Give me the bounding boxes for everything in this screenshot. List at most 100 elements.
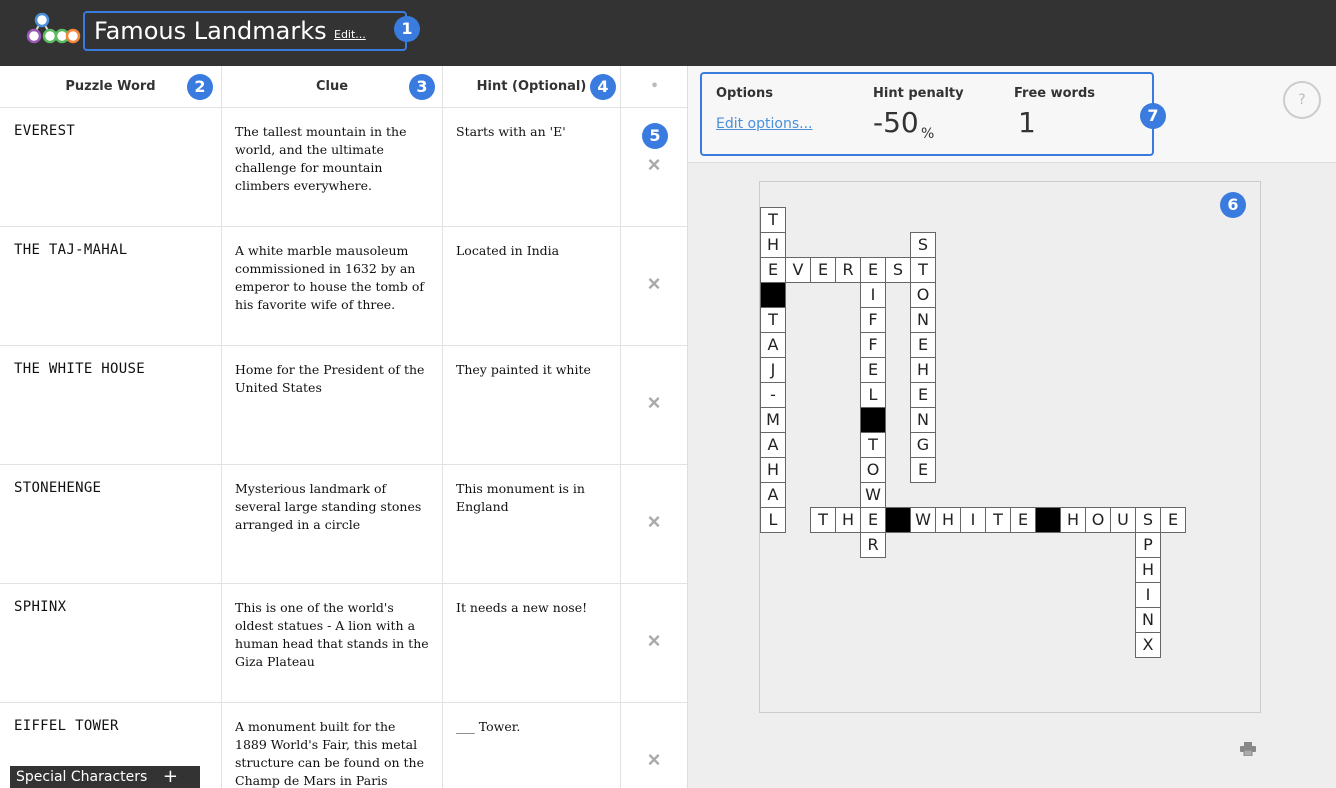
crossword-cell: W	[860, 482, 886, 508]
hint-cell[interactable]: They painted it white	[443, 346, 621, 465]
edit-options-link[interactable]: Edit options...	[716, 116, 812, 132]
crossword-cell: I	[860, 282, 886, 308]
clue-cell[interactable]: The tallest mountain in the world, and t…	[222, 108, 443, 227]
crossword-cell: F	[860, 332, 886, 358]
hint-cell[interactable]: Starts with an 'E'	[443, 108, 621, 227]
crossword-block	[860, 407, 886, 433]
crossword-cell: L	[760, 507, 786, 533]
crossword-cell: E	[1160, 507, 1186, 533]
callout-badge-3: 3	[409, 74, 435, 100]
crossword-cell: F	[860, 307, 886, 333]
crossword-cell: T	[985, 507, 1011, 533]
clue-cell[interactable]: A monument built for the 1889 World's Fa…	[222, 703, 443, 788]
puzzle-word-cell[interactable]: EVEREST	[0, 108, 222, 227]
help-button[interactable]: ?	[1283, 81, 1321, 119]
crossword-cell: N	[910, 307, 936, 333]
delete-row-icon[interactable]: ×	[644, 273, 664, 295]
crossword-cell: E	[860, 257, 886, 283]
crossword-cell: E	[860, 357, 886, 383]
crossword-cell: H	[760, 232, 786, 258]
crossword-block	[1035, 507, 1061, 533]
delete-row-icon[interactable]: ×	[644, 630, 664, 652]
crossword-cell: E	[1010, 507, 1036, 533]
crossword-cell: N	[1135, 607, 1161, 633]
callout-badge-1: 1	[394, 16, 420, 42]
hint-cell[interactable]: ___ Tower.	[443, 703, 621, 788]
crossword-cell: G	[910, 432, 936, 458]
crossword-cell: W	[910, 507, 936, 533]
crossword-cell: O	[860, 457, 886, 483]
crossword-cell: S	[1135, 507, 1161, 533]
page-title: Famous Landmarks	[94, 17, 327, 45]
crossword-cell: H	[760, 457, 786, 483]
crossword-cell: E	[810, 257, 836, 283]
callout-badge-6: 6	[1220, 192, 1246, 218]
callout-badge-2: 2	[187, 74, 213, 100]
crossword-cell: -	[760, 382, 786, 408]
crossword-cell: R	[860, 532, 886, 558]
crossword-cell: T	[860, 432, 886, 458]
hint-penalty-value: -50	[873, 106, 919, 139]
delete-row-icon[interactable]: ×	[644, 511, 664, 533]
crossword-cell: A	[760, 432, 786, 458]
crossword-cell: O	[1085, 507, 1111, 533]
crossword-block	[885, 507, 911, 533]
crossword-cell: H	[935, 507, 961, 533]
options-title: Options	[716, 86, 773, 101]
printer-icon[interactable]	[1240, 742, 1256, 756]
app-header: Famous Landmarks Edit... 1	[0, 0, 1336, 66]
crossword-cell: H	[835, 507, 861, 533]
delete-row-icon[interactable]: ×	[644, 392, 664, 414]
free-words-label: Free words	[1014, 86, 1096, 101]
crossword-cell: E	[760, 257, 786, 283]
edit-title-link[interactable]: Edit...	[334, 28, 366, 41]
table-row: EVEREST The tallest mountain in the worl…	[0, 108, 687, 227]
clue-cell[interactable]: This is one of the world's oldest statue…	[222, 584, 443, 703]
hint-cell[interactable]: It needs a new nose!	[443, 584, 621, 703]
crossword-cell: H	[1060, 507, 1086, 533]
table-row: THE TAJ-MAHAL A white marble mausoleum c…	[0, 227, 687, 346]
crossword-cell: M	[760, 407, 786, 433]
delete-row-icon[interactable]: ×	[644, 749, 664, 771]
special-characters-toggle[interactable]: Special Characters +	[10, 766, 200, 788]
options-box: Options Edit options... Hint penalty -50…	[700, 72, 1166, 156]
callout-badge-7: 7	[1140, 103, 1166, 129]
puzzle-word-cell[interactable]: THE WHITE HOUSE	[0, 346, 222, 465]
delete-row-icon[interactable]: ×	[644, 154, 664, 176]
puzzle-word-cell[interactable]: SPHINX	[0, 584, 222, 703]
clue-cell[interactable]: Mysterious landmark of several large sta…	[222, 465, 443, 584]
puzzle-preview-panel: Options Edit options... Hint penalty -50…	[688, 66, 1336, 788]
crossword-cell: L	[860, 382, 886, 408]
crossword-cell: T	[760, 307, 786, 333]
clue-cell[interactable]: A white marble mausoleum commissioned in…	[222, 227, 443, 346]
crossword-cell: J	[760, 357, 786, 383]
crossword-grid: 6 THETAJ-MAHALVERESSTONEHENGEIFFELTOWERT…	[759, 181, 1261, 713]
crossword-cell: V	[785, 257, 811, 283]
crossword-cell: E	[860, 507, 886, 533]
hint-cell[interactable]: Located in India	[443, 227, 621, 346]
puzzle-word-cell[interactable]: STONEHENGE	[0, 465, 222, 584]
crossword-cell: A	[760, 332, 786, 358]
crossword-cell: N	[910, 407, 936, 433]
crossword-cell: T	[910, 257, 936, 283]
header-actions: •	[621, 66, 687, 108]
callout-badge-4: 4	[590, 74, 616, 100]
table-row: SPHINX This is one of the world's oldest…	[0, 584, 687, 703]
crossword-cell: H	[910, 357, 936, 383]
app-logo-icon[interactable]	[22, 12, 82, 46]
hint-cell[interactable]: This monument is in England	[443, 465, 621, 584]
crossword-cell: U	[1110, 507, 1136, 533]
table-row: STONEHENGE Mysterious landmark of severa…	[0, 465, 687, 584]
hint-penalty-unit: %	[921, 126, 935, 142]
crossword-cell: I	[1135, 582, 1161, 608]
puzzle-word-cell[interactable]: THE TAJ-MAHAL	[0, 227, 222, 346]
crossword-cell: I	[960, 507, 986, 533]
callout-badge-5: 5	[642, 123, 668, 149]
crossword-cell: S	[910, 232, 936, 258]
crossword-cell: T	[810, 507, 836, 533]
crossword-cell: O	[910, 282, 936, 308]
crossword-cell: T	[760, 207, 786, 233]
crossword-cell: X	[1135, 632, 1161, 658]
title-field[interactable]: Famous Landmarks Edit...	[83, 11, 407, 51]
clue-cell[interactable]: Home for the President of the United Sta…	[222, 346, 443, 465]
